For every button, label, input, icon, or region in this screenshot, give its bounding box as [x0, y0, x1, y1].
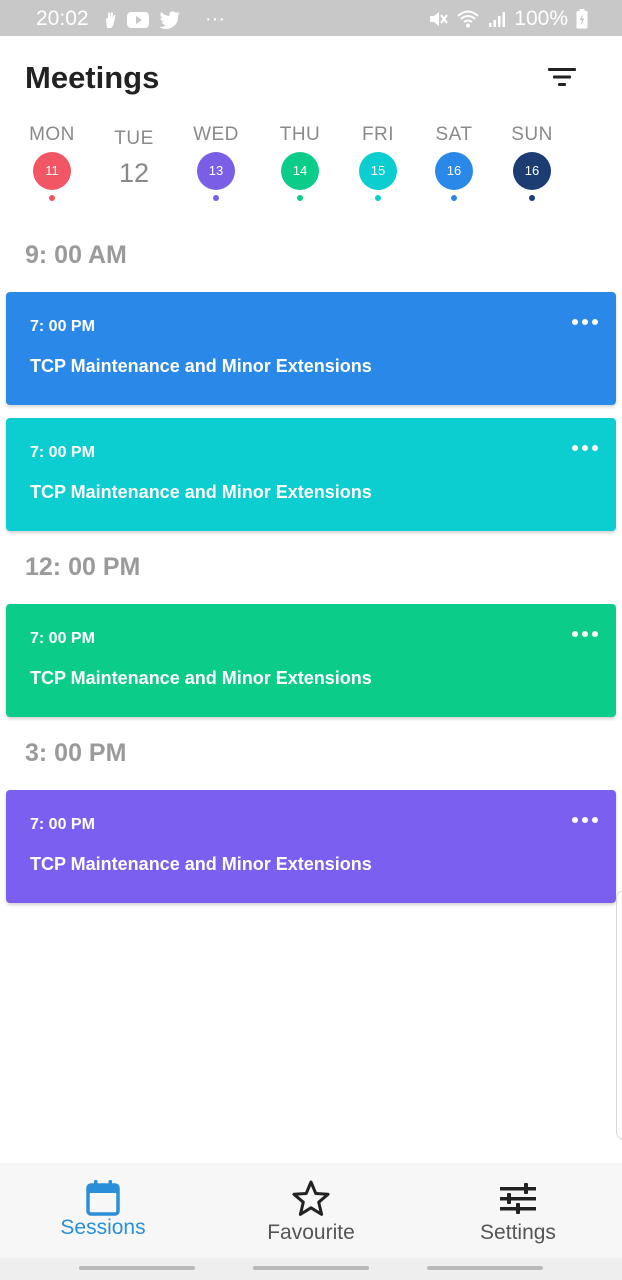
event-indicator-dot: [213, 195, 219, 201]
more-options-icon[interactable]: [572, 810, 598, 830]
battery-percent: 100%: [514, 7, 568, 30]
day-name: THU: [279, 124, 321, 145]
more-options-icon[interactable]: [572, 312, 598, 332]
status-bar: 20:02 ··· 100%: [0, 0, 622, 36]
day-fri[interactable]: FRI 15: [338, 124, 418, 201]
day-date: 15: [359, 152, 397, 190]
day-date: 16: [513, 152, 551, 190]
day-wed[interactable]: WED 13: [176, 124, 256, 201]
day-thu[interactable]: THU 14: [260, 124, 340, 201]
session-title: TCP Maintenance and Minor Extensions: [30, 668, 372, 688]
hand-icon: [103, 11, 117, 29]
session-card[interactable]: 7: 00 PM TCP Maintenance and Minor Exten…: [6, 292, 616, 405]
day-name: SAT: [435, 124, 473, 145]
day-name: TUE: [114, 128, 154, 149]
twitter-icon: [159, 10, 181, 29]
event-indicator-dot: [451, 195, 457, 201]
session-title: TCP Maintenance and Minor Extensions: [30, 356, 372, 376]
nav-label: Favourite: [267, 1221, 355, 1244]
signal-icon: [488, 10, 506, 28]
edge-panel-handle[interactable]: [616, 890, 622, 1140]
session-time: 7: 00 PM: [30, 444, 95, 461]
event-indicator-dot: [297, 195, 303, 201]
session-title: TCP Maintenance and Minor Extensions: [30, 482, 372, 502]
status-left-icons: ···: [103, 8, 225, 31]
day-date: 12: [118, 158, 150, 188]
day-sun[interactable]: SUN 16: [492, 124, 572, 201]
time-heading: 3: 00 PM: [25, 739, 127, 767]
day-date: 11: [33, 152, 71, 190]
day-date: 16: [435, 152, 473, 190]
wifi-icon: [456, 9, 480, 29]
nav-label: Settings: [480, 1221, 556, 1244]
filter-icon: [547, 66, 577, 93]
day-date: 14: [281, 152, 319, 190]
event-indicator-dot: [49, 195, 55, 201]
status-time: 20:02: [36, 7, 89, 30]
session-time: 7: 00 PM: [30, 816, 95, 833]
day-tue[interactable]: TUE 12: [94, 124, 174, 192]
battery-icon: [576, 9, 588, 29]
nav-sessions[interactable]: Sessions: [23, 1163, 183, 1258]
day-name: SUN: [511, 124, 553, 145]
day-date: 13: [197, 152, 235, 190]
day-name: MON: [29, 124, 75, 145]
sliders-icon: [499, 1179, 537, 1220]
mute-icon: [428, 9, 449, 29]
session-time: 7: 00 PM: [30, 630, 95, 647]
system-home-button[interactable]: [253, 1266, 369, 1270]
more-options-icon[interactable]: [572, 438, 598, 458]
more-options-icon[interactable]: [572, 624, 598, 644]
event-indicator-dot: [529, 195, 535, 201]
nav-favourite[interactable]: Favourite: [231, 1163, 391, 1258]
session-card[interactable]: 7: 00 PM TCP Maintenance and Minor Exten…: [6, 604, 616, 717]
youtube-icon: [127, 11, 149, 28]
day-name: WED: [193, 124, 239, 145]
bottom-nav: Sessions Favourite Settings: [0, 1163, 622, 1258]
nav-label: Sessions: [60, 1216, 146, 1239]
time-heading: 9: 00 AM: [25, 241, 127, 269]
system-recents-button[interactable]: [427, 1266, 543, 1270]
session-time: 7: 00 PM: [30, 318, 95, 335]
system-nav-bar: [0, 1258, 622, 1280]
event-indicator-dot: [375, 195, 381, 201]
filter-button[interactable]: [540, 62, 584, 96]
day-mon[interactable]: MON 11: [12, 124, 92, 201]
week-strip: MON 11 TUE 12 WED 13 THU 14 FRI 15 SAT 16 SUN 16: [29, 124, 592, 204]
status-overflow: ···: [205, 8, 225, 30]
session-title: TCP Maintenance and Minor Extensions: [30, 854, 372, 874]
session-card[interactable]: 7: 00 PM TCP Maintenance and Minor Exten…: [6, 418, 616, 531]
page-title: Meetings: [25, 60, 160, 95]
session-card[interactable]: 7: 00 PM TCP Maintenance and Minor Exten…: [6, 790, 616, 903]
system-back-button[interactable]: [79, 1266, 195, 1270]
time-heading: 12: 00 PM: [25, 553, 141, 581]
nav-settings[interactable]: Settings: [438, 1163, 598, 1258]
day-sat[interactable]: SAT 16: [414, 124, 494, 201]
status-right-icons: 100%: [428, 7, 588, 31]
day-name: FRI: [361, 124, 395, 145]
star-icon: [291, 1179, 331, 1224]
